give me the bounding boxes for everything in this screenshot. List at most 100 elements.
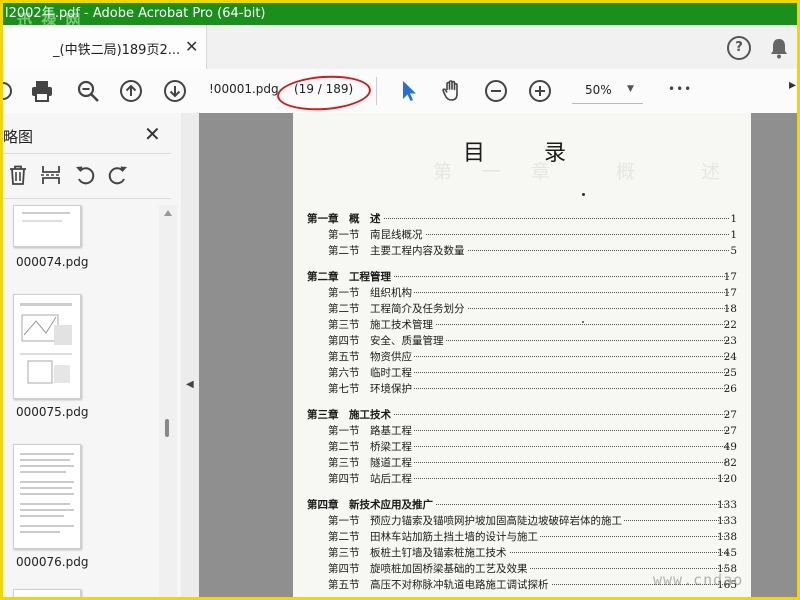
toc-section: 第四节 安全、质量管理 23 bbox=[293, 333, 751, 349]
toc-section: 第一节 南昆线概况 1 bbox=[293, 227, 751, 243]
panel-title: 略图 bbox=[3, 128, 34, 146]
more-tools-icon[interactable]: ••• bbox=[668, 82, 692, 96]
toc-page-number: 27 bbox=[723, 409, 737, 421]
chevron-down-icon: ▼ bbox=[627, 84, 634, 94]
thumbnail-page[interactable] bbox=[13, 444, 81, 549]
share-icon[interactable] bbox=[3, 79, 15, 103]
toc-page-number: 22 bbox=[723, 319, 737, 331]
toc-section: 第三节 隧道工程 82 bbox=[293, 455, 751, 471]
toc-title: 第三章 施工技术 bbox=[307, 407, 393, 423]
toc-section: 第二节 工程简介及任务划分 18 bbox=[293, 301, 751, 317]
toc-section: 第六节 临时工程 25 bbox=[293, 365, 751, 381]
thumbnail-page[interactable] bbox=[13, 294, 81, 399]
toc-page-number: 27 bbox=[723, 425, 737, 437]
watermark-bottom: www.cndao bbox=[653, 571, 744, 589]
toc-chapter: 第二章 工程管理 17 bbox=[293, 269, 751, 285]
toolbar: !00001.pdg (19 / 189) 50% ▼ ••• bbox=[3, 69, 797, 114]
thumbnails-panel: 略图 ✕ 000074.pdg 000075.pdg 000076.pdg bbox=[3, 113, 181, 597]
panel-toolbar bbox=[3, 153, 171, 199]
tab-bar: _(中铁二局)189页2... ✕ ? bbox=[3, 25, 797, 70]
toc-title: 第一节 南昆线概况 bbox=[328, 227, 425, 243]
toc-section: 第四节 站后工程 120 bbox=[293, 471, 751, 487]
toc-title: 第四节 旋喷桩加固桥梁基础的工艺及效果 bbox=[328, 561, 530, 577]
zoom-in-icon[interactable] bbox=[528, 79, 552, 103]
toc-title: 第二章 工程管理 bbox=[307, 269, 393, 285]
zoom-select[interactable]: 50% ▼ bbox=[572, 77, 643, 104]
toc-page-number: 26 bbox=[723, 383, 737, 395]
toc-page-number: 49 bbox=[723, 441, 737, 453]
toc-title: 第五节 高压不对称脉冲轨道电路施工调试探析 bbox=[328, 577, 551, 593]
document-tab-label: _(中铁二局)189页2... bbox=[53, 43, 181, 58]
toc-section: 第一节 预应力锚索及锚喷网护坡加固高陡边坡破碎岩体的施工 133 bbox=[293, 513, 751, 529]
toc-page-number: 17 bbox=[723, 271, 737, 283]
toc-section: 第二节 桥梁工程 49 bbox=[293, 439, 751, 455]
thumbnail-scrollbar[interactable] bbox=[159, 205, 177, 597]
toc-title: 第三节 施工技术管理 bbox=[328, 317, 435, 333]
thumbnail-label: 000076.pdg bbox=[16, 555, 89, 569]
close-tab-icon[interactable]: ✕ bbox=[185, 37, 198, 56]
split-page-icon[interactable] bbox=[40, 164, 62, 186]
thumbnail-page[interactable] bbox=[13, 589, 81, 597]
close-panel-icon[interactable]: ✕ bbox=[144, 122, 161, 146]
toc-page-number: 24 bbox=[723, 351, 737, 363]
toc-page-number: 25 bbox=[723, 367, 737, 379]
thumbnail-list: 000074.pdg 000075.pdg 000076.pdg bbox=[3, 205, 159, 597]
toc-title: 第二节 主要工程内容及数量 bbox=[328, 243, 467, 259]
zoom-out-icon[interactable] bbox=[484, 79, 508, 103]
toc-title: 第四章 新技术应用及推广 bbox=[307, 497, 435, 513]
toc-page-number: 5 bbox=[730, 245, 737, 257]
zoom-value: 50% bbox=[585, 83, 612, 97]
toc-page-number: 145 bbox=[716, 547, 737, 559]
toc-chapter: 第四章 新技术应用及推广 133 bbox=[293, 497, 751, 513]
toc-section: 第二节 田林车站加筋土挡土墙的设计与施工 138 bbox=[293, 529, 751, 545]
delete-icon[interactable] bbox=[7, 164, 29, 186]
toolbar-separator bbox=[376, 77, 377, 105]
toc-title: 第二节 工程简介及任务划分 bbox=[328, 301, 467, 317]
document-tab[interactable]: _(中铁二局)189页2... ✕ bbox=[3, 25, 207, 69]
document-view[interactable]: 第一章 概 述 目 录 第一章 概 述 1 第一节 南昆线概况 1 第二节 主要工程内容… bbox=[199, 113, 797, 597]
toc-section: 第一节 组织机构 17 bbox=[293, 285, 751, 301]
next-page-icon[interactable] bbox=[163, 79, 187, 103]
toc-title: 第二节 桥梁工程 bbox=[328, 439, 414, 455]
rotate-right-icon[interactable] bbox=[107, 164, 129, 186]
right-edge-icon[interactable]: ▸ bbox=[789, 77, 796, 93]
previous-page-icon[interactable] bbox=[119, 79, 143, 103]
hand-tool-icon[interactable] bbox=[440, 79, 464, 103]
toc-page-number: 1 bbox=[730, 229, 737, 241]
zoom-out-search-icon[interactable] bbox=[76, 79, 100, 103]
toc-title: 第一节 组织机构 bbox=[328, 285, 414, 301]
toc-title: 第四节 站后工程 bbox=[328, 471, 414, 487]
thumbnail-label: 000074.pdg bbox=[16, 255, 89, 269]
toc-title: 第六节 临时工程 bbox=[328, 365, 414, 381]
toc-page-number: 82 bbox=[723, 457, 737, 469]
collapse-panel-icon[interactable]: ◀ bbox=[186, 379, 194, 390]
toc-page-number: 133 bbox=[716, 515, 737, 527]
toc-title: 第五节 物资供应 bbox=[328, 349, 414, 365]
toc-title: 第二节 田林车站加筋土挡土墙的设计与施工 bbox=[328, 529, 540, 545]
toc-section: 第三节 施工技术管理 22 bbox=[293, 317, 751, 333]
toc-page-number: 1 bbox=[730, 213, 737, 225]
bell-icon[interactable] bbox=[769, 37, 789, 59]
scroll-up-icon[interactable] bbox=[163, 209, 173, 217]
toc-chapter: 第一章 概 述 1 bbox=[293, 211, 751, 227]
toc-page-number: 17 bbox=[723, 287, 737, 299]
toc-section: 第二节 主要工程内容及数量 5 bbox=[293, 243, 751, 259]
help-icon[interactable]: ? bbox=[727, 36, 751, 60]
page-number-input[interactable]: !00001.pdg bbox=[209, 82, 279, 96]
panel-divider[interactable] bbox=[181, 113, 199, 597]
toc-section: 第三节 板桩土钉墙及锚索桩施工技术 145 bbox=[293, 545, 751, 561]
toc-title: 第一节 预应力锚索及锚喷网护坡加固高陡边坡破碎岩体的施工 bbox=[328, 513, 624, 529]
toc-section: 第七节 环境保护 26 bbox=[293, 381, 751, 397]
toc-page-number: 23 bbox=[723, 335, 737, 347]
toc-section: 第一节 路基工程 27 bbox=[293, 423, 751, 439]
thumbnail-page[interactable] bbox=[13, 205, 81, 247]
acrobat-window: l2002年.pdf - Adobe Acrobat Pro (64-bit) … bbox=[3, 3, 797, 597]
toc-page-number: 120 bbox=[716, 473, 737, 485]
rotate-left-icon[interactable] bbox=[74, 164, 96, 186]
toc-title: 第三节 板桩土钉墙及锚索桩施工技术 bbox=[328, 545, 509, 561]
scroll-thumb[interactable] bbox=[165, 419, 169, 437]
toc-page-number: 133 bbox=[716, 499, 737, 511]
print-icon[interactable] bbox=[30, 79, 54, 103]
toc-title: 第三节 隧道工程 bbox=[328, 455, 414, 471]
select-cursor-icon[interactable] bbox=[397, 79, 421, 103]
